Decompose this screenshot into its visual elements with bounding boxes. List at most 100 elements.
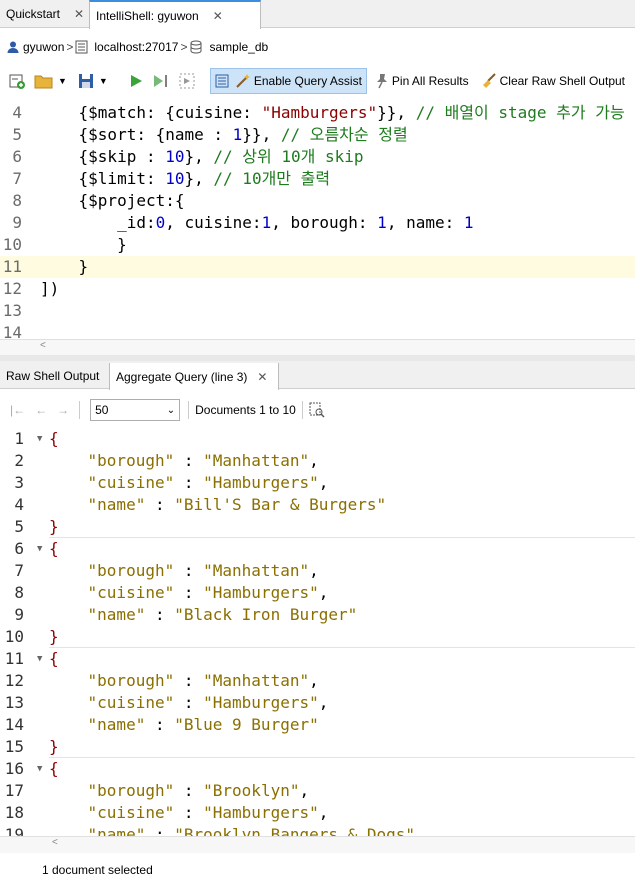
tab-intellishell[interactable]: IntelliShell: gyuwon ✕ — [89, 0, 261, 29]
close-icon[interactable]: ✕ — [257, 370, 267, 384]
enable-query-assist-button[interactable]: Enable Query Assist — [209, 68, 367, 94]
result-line: 18 "cuisine" : "Hamburgers", — [0, 802, 635, 824]
open-folder-icon[interactable] — [30, 72, 58, 90]
fold-icon[interactable]: ▼ — [37, 648, 42, 670]
close-icon[interactable]: ✕ — [213, 9, 223, 23]
json-text: "borough" : "Manhattan", — [49, 450, 319, 472]
code-token: {$sort: {name : — [40, 125, 233, 144]
code-token: _id: — [40, 213, 156, 232]
json-token: } — [49, 627, 59, 646]
query-assist-icon — [215, 73, 231, 89]
breadcrumb-host[interactable]: localhost:27017 — [94, 40, 178, 54]
line-number: 14 — [2, 323, 22, 340]
pin-all-results-button[interactable]: Pin All Results — [371, 68, 473, 94]
editor-line[interactable]: 11 } — [0, 256, 635, 278]
step-icon[interactable] — [174, 72, 200, 90]
json-text: { — [49, 428, 59, 450]
divider — [188, 401, 190, 419]
json-token: "Brooklyn Bangers & Dogs" — [174, 825, 416, 836]
shell-toolbar: ▼ ▼ Enable Query Assist Pin All Results … — [0, 66, 635, 96]
results-horizontal-scrollbar[interactable]: < — [0, 836, 635, 853]
json-token: : — [174, 671, 204, 690]
code-token: } — [40, 257, 89, 276]
chevron-left-icon[interactable]: < — [52, 837, 58, 848]
breadcrumb-user[interactable]: gyuwon — [23, 40, 64, 54]
divider — [301, 401, 303, 419]
breadcrumb-db[interactable]: sample_db — [209, 40, 268, 54]
json-token: "name" — [87, 495, 146, 514]
broom-icon — [481, 73, 497, 89]
code-token: }, — [184, 147, 214, 166]
editor-line[interactable]: 8 {$project:{ — [0, 190, 635, 212]
editor-line[interactable]: 14 — [0, 322, 635, 340]
editor-line[interactable]: 9 _id:0, cuisine:1, borough: 1, name: 1 — [0, 212, 635, 234]
result-line: 3 "cuisine" : "Hamburgers", — [0, 472, 635, 494]
fold-icon[interactable]: ▼ — [37, 428, 42, 450]
line-number: 13 — [4, 693, 24, 712]
result-line: 16 ▼ { — [0, 758, 635, 780]
chevron-down-icon[interactable]: ▼ — [99, 76, 108, 86]
editor-line[interactable]: 7 {$limit: 10}, // 10개만 출력 — [0, 168, 635, 190]
run-icon[interactable] — [124, 73, 148, 89]
json-text: "name" : "Black Iron Burger" — [49, 604, 358, 626]
new-query-icon[interactable] — [4, 72, 30, 90]
result-navigation-bar: |← ← → 50 ⌄ Documents 1 to 10 — [0, 396, 635, 424]
clear-raw-shell-output-button[interactable]: Clear Raw Shell Output — [477, 68, 629, 94]
fold-icon[interactable]: ▼ — [37, 758, 42, 780]
json-token: "name" — [87, 825, 146, 836]
code-token: // 상위 10개 skip — [213, 147, 364, 166]
result-line: 17 "borough" : "Brooklyn", — [0, 780, 635, 802]
json-token: "Hamburgers" — [203, 473, 319, 492]
editor-line[interactable]: 6 {$skip : 10}, // 상위 10개 skip — [0, 146, 635, 168]
close-icon[interactable]: ✕ — [74, 7, 84, 21]
line-number: 17 — [4, 781, 24, 800]
code-token: {$skip : — [40, 147, 166, 166]
json-token: "borough" — [87, 561, 175, 580]
tab-aggregate-query[interactable]: Aggregate Query (line 3) ✕ — [109, 363, 279, 390]
json-token: , — [318, 803, 329, 822]
code-token: , borough: — [271, 213, 378, 232]
json-token: "Black Iron Burger" — [174, 605, 358, 624]
editor-line[interactable]: 10 } — [0, 234, 635, 256]
code-text: } — [40, 234, 127, 256]
line-number: 4 — [12, 103, 22, 122]
json-token: } — [49, 517, 59, 536]
tab-raw-shell-output[interactable]: Raw Shell Output — [0, 363, 109, 389]
editor-line[interactable]: 5 {$sort: {name : 1}}, // 오름차순 정렬 — [0, 124, 635, 146]
line-number: 3 — [14, 473, 24, 492]
code-token: 1 — [261, 213, 272, 232]
page-size-select[interactable]: 50 ⌄ — [90, 399, 181, 421]
line-number: 10 — [4, 627, 24, 646]
code-token: , name: — [386, 213, 464, 232]
editor-line[interactable]: 4 {$match: {cuisine: "Hamburgers"}}, // … — [0, 102, 635, 124]
result-line: 4 "name" : "Bill'S Bar & Burgers" — [0, 494, 635, 516]
json-token: "name" — [87, 605, 146, 624]
editor-line[interactable]: 13 — [0, 300, 635, 322]
query-editor[interactable]: 4 {$match: {cuisine: "Hamburgers"}}, // … — [0, 100, 635, 340]
code-token: , cuisine: — [165, 213, 262, 232]
result-line: 6 ▼ { — [0, 538, 635, 560]
json-text: "cuisine" : "Hamburgers", — [49, 472, 329, 494]
query-search-icon[interactable] — [309, 402, 325, 418]
results-json-viewer[interactable]: 1 ▼{2 "borough" : "Manhattan", 3 "cuisine"… — [0, 428, 635, 836]
json-token: "Brooklyn" — [203, 781, 300, 800]
tab-quickstart[interactable]: Quickstart ✕ — [0, 0, 89, 28]
code-text: {$limit: 10}, // 10개만 출력 — [40, 168, 331, 190]
next-page-icon[interactable]: → — [57, 403, 69, 417]
page-size-value: 50 — [95, 403, 109, 417]
run-statement-icon[interactable] — [148, 73, 174, 89]
first-page-icon[interactable]: |← — [10, 403, 25, 417]
previous-page-icon[interactable]: ← — [35, 403, 47, 417]
save-icon[interactable] — [73, 72, 99, 90]
chevron-down-icon[interactable]: ▼ — [58, 76, 67, 86]
code-token: // 배열이 stage 추가 가능 — [415, 103, 625, 122]
chevron-left-icon[interactable]: < — [40, 340, 46, 351]
result-line: 13 "cuisine" : "Hamburgers", — [0, 692, 635, 714]
line-number: 11 — [2, 257, 22, 276]
code-token: // 오름차순 정렬 — [280, 125, 408, 144]
editor-line[interactable]: 12]) — [0, 278, 635, 300]
editor-horizontal-scrollbar[interactable]: < — [0, 339, 635, 356]
line-number: 1 — [14, 429, 24, 448]
fold-icon[interactable]: ▼ — [37, 538, 42, 560]
